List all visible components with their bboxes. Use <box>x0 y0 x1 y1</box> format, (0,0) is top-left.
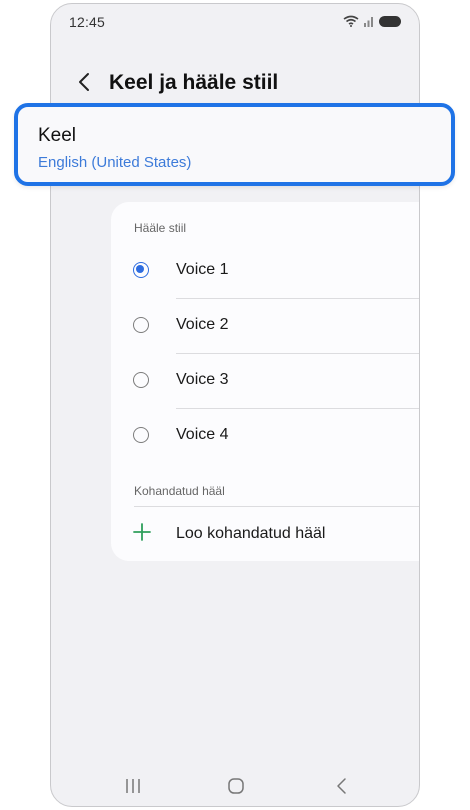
header: Keel ja hääle stiil <box>51 62 419 102</box>
recent-apps-icon <box>126 779 140 793</box>
voice-style-section-label: Hääle stiil <box>134 221 187 235</box>
radio-icon[interactable] <box>133 317 149 333</box>
voice-option-label: Voice 4 <box>176 426 229 443</box>
language-title: Keel <box>38 125 77 146</box>
radio-selected-icon[interactable] <box>133 262 149 278</box>
language-value: English (United States) <box>38 154 192 171</box>
radio-icon[interactable] <box>133 372 149 388</box>
create-custom-voice-button[interactable]: Loo kohandatud hääl <box>111 508 419 558</box>
voice-option-label: Voice 1 <box>176 261 229 278</box>
radio-icon[interactable] <box>133 427 149 443</box>
back-button[interactable] <box>71 68 97 96</box>
status-time: 12:45 <box>69 14 106 30</box>
recent-apps-button[interactable] <box>121 774 145 798</box>
voice-option-label: Voice 3 <box>176 371 229 388</box>
voice-option-label: Voice 2 <box>176 316 229 333</box>
home-button[interactable] <box>224 774 248 798</box>
voice-style-card: Hääle stiil Voice 1 Voice 2 Voice 3 Voic… <box>111 202 419 561</box>
wifi-icon <box>343 15 359 27</box>
back-icon <box>337 778 346 794</box>
status-icons <box>343 14 401 28</box>
signal-icon <box>364 17 373 27</box>
page-title: Keel ja hääle stiil <box>109 71 279 94</box>
voice-option-1[interactable]: Voice 1 <box>111 244 419 299</box>
battery-icon <box>379 15 401 27</box>
voice-option-4[interactable]: Voice 4 <box>111 409 419 464</box>
voice-option-3[interactable]: Voice 3 <box>111 354 419 409</box>
home-icon <box>228 778 244 794</box>
custom-voice-section-label: Kohandatud hääl <box>134 484 225 498</box>
create-custom-voice-label: Loo kohandatud hääl <box>176 525 326 542</box>
nav-back-button[interactable] <box>329 774 353 798</box>
voice-option-2[interactable]: Voice 2 <box>111 299 419 354</box>
divider <box>134 506 419 507</box>
chevron-left-icon <box>79 73 89 91</box>
plus-icon <box>133 523 151 541</box>
status-bar: 12:45 <box>51 4 419 40</box>
navigation-bar <box>51 764 419 806</box>
language-setting[interactable]: Keel English (United States) <box>14 103 455 186</box>
